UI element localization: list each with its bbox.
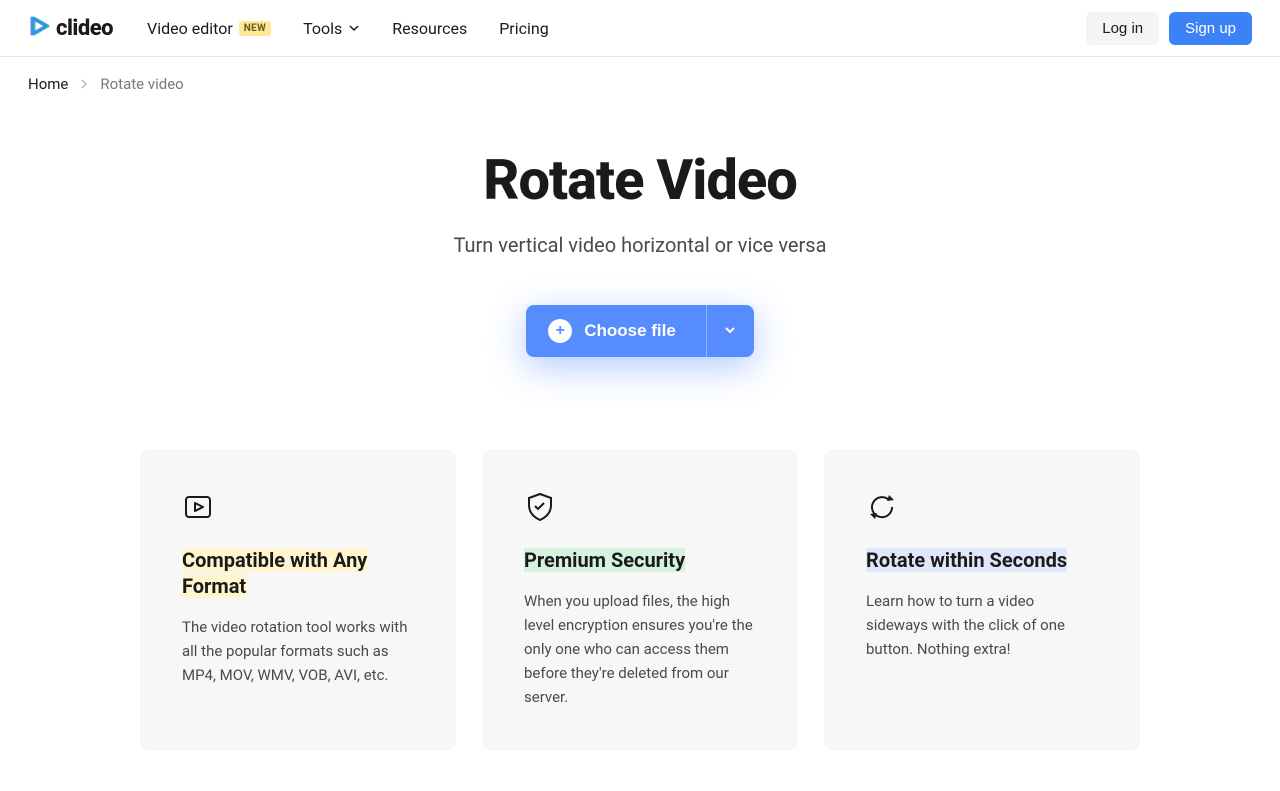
nav-tools[interactable]: Tools [303, 19, 360, 38]
nav-label: Pricing [499, 19, 549, 38]
feature-title: Compatible with Any Format [182, 548, 367, 598]
header-left: clideo Video editor NEW Tools Resources … [28, 14, 549, 42]
main-nav: Video editor NEW Tools Resources Pricing [147, 19, 549, 38]
feature-body: The video rotation tool works with all t… [182, 615, 414, 687]
page-subtitle: Turn vertical video horizontal or vice v… [0, 233, 1280, 257]
header: clideo Video editor NEW Tools Resources … [0, 0, 1280, 57]
play-logo-icon [28, 14, 52, 42]
feature-card-speed: Rotate within Seconds Learn how to turn … [824, 449, 1140, 751]
header-auth: Log in Sign up [1086, 12, 1252, 45]
hero: Rotate Video Turn vertical video horizon… [0, 147, 1280, 357]
nav-pricing[interactable]: Pricing [499, 19, 549, 38]
nav-label: Video editor [147, 19, 233, 38]
choose-file-dropdown[interactable] [706, 305, 754, 357]
breadcrumb-home[interactable]: Home [28, 75, 68, 93]
nav-resources[interactable]: Resources [392, 19, 467, 38]
feature-body: Learn how to turn a video sideways with … [866, 589, 1098, 661]
chevron-down-icon [348, 19, 360, 38]
signup-button[interactable]: Sign up [1169, 12, 1252, 45]
logo-text: clideo [56, 16, 113, 41]
choose-file-label: Choose file [584, 321, 676, 341]
choose-file-button[interactable]: + Choose file [526, 305, 706, 357]
feature-card-security: Premium Security When you upload files, … [482, 449, 798, 751]
nav-video-editor[interactable]: Video editor NEW [147, 19, 271, 38]
plus-icon: + [548, 319, 572, 343]
feature-body: When you upload files, the high level en… [524, 589, 756, 709]
feature-card-format: Compatible with Any Format The video rot… [140, 449, 456, 751]
breadcrumb-current: Rotate video [100, 75, 183, 93]
video-icon [182, 491, 214, 523]
feature-title: Rotate within Seconds [866, 548, 1067, 572]
nav-label: Tools [303, 19, 342, 38]
page-title: Rotate Video [0, 147, 1280, 213]
nav-label: Resources [392, 19, 467, 38]
feature-cards: Compatible with Any Format The video rot… [0, 449, 1280, 791]
login-button[interactable]: Log in [1086, 12, 1159, 45]
breadcrumb: Home Rotate video [0, 57, 1280, 111]
chevron-right-icon [80, 75, 88, 93]
choose-file-group: + Choose file [526, 305, 754, 357]
new-badge: NEW [239, 21, 271, 36]
rotate-icon [866, 491, 898, 523]
shield-icon [524, 491, 556, 523]
logo[interactable]: clideo [28, 14, 113, 42]
chevron-down-icon [723, 323, 737, 340]
feature-title: Premium Security [524, 548, 685, 572]
